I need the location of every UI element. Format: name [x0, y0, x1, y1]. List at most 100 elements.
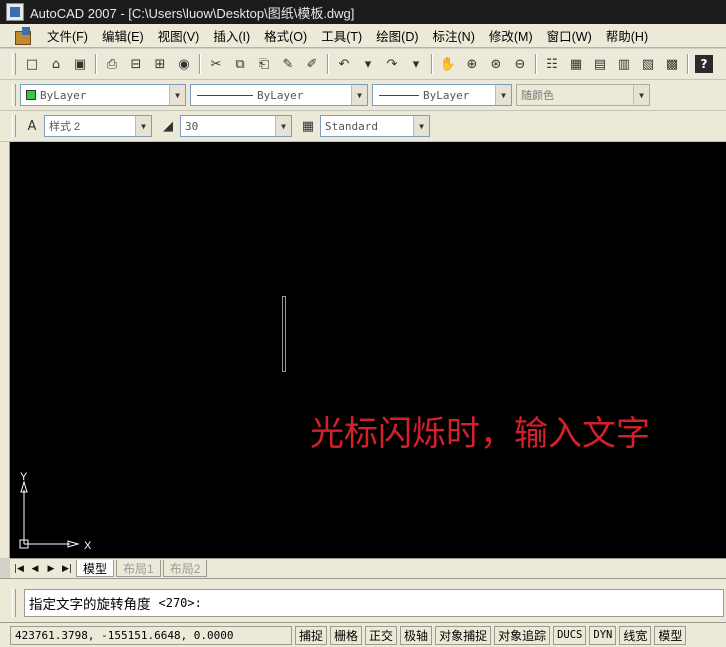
zoom-window-icon[interactable]: ⊛: [485, 53, 507, 75]
chevron-down-icon[interactable]: ▼: [351, 85, 367, 105]
menu-dimension[interactable]: 标注(N): [426, 26, 482, 45]
ortho-toggle[interactable]: 正交: [365, 625, 398, 645]
drawing-canvas[interactable]: 光标闪烁时，输入文字 Y X: [10, 142, 726, 558]
color-swatch: [26, 90, 36, 100]
command-window-grip[interactable]: [12, 589, 16, 617]
standard-toolbar: □ ⌂ ▣ ⎙ ⊟ ⊞ ◉ ✂ ⧉ ⎗ ✎ ✐ ↶ ▾ ↷ ▾ ✋ ⊕ ⊛ ⊖ …: [0, 49, 726, 80]
block-editor-icon[interactable]: ✐: [301, 53, 323, 75]
tool-palettes-icon[interactable]: ▤: [589, 53, 611, 75]
menu-help[interactable]: 帮助(H): [599, 26, 655, 45]
copy-icon[interactable]: ⧉: [229, 53, 251, 75]
text-style-control[interactable]: 样式 2 ▼: [44, 115, 152, 137]
otrack-toggle[interactable]: 对象追踪: [494, 625, 551, 645]
command-prompt: 指定文字的旋转角度: [29, 597, 151, 612]
markup-icon[interactable]: ▧: [637, 53, 659, 75]
dim-style-control[interactable]: Standard ▼: [320, 115, 430, 137]
snap-toggle[interactable]: 捕捉: [295, 625, 328, 645]
linetype-value: ByLayer: [257, 88, 304, 102]
new-file-icon[interactable]: □: [21, 53, 43, 75]
chevron-down-icon[interactable]: ▼: [135, 116, 151, 136]
left-dock-strip: [0, 142, 10, 558]
tab-layout1[interactable]: 布局1: [116, 560, 161, 577]
plotstyle-control: 随颜色 ▼: [516, 84, 650, 106]
calculator-icon[interactable]: ▩: [661, 53, 683, 75]
zoom-previous-icon[interactable]: ⊖: [509, 53, 531, 75]
ducs-toggle[interactable]: DUCS: [553, 625, 587, 645]
chevron-down-icon[interactable]: ▼: [495, 85, 511, 105]
publish-icon[interactable]: ⊞: [149, 53, 171, 75]
chevron-down-icon: ▼: [633, 85, 649, 105]
osnap-toggle[interactable]: 对象捕捉: [435, 625, 492, 645]
document-icon[interactable]: [14, 26, 34, 45]
pan-icon[interactable]: ✋: [437, 53, 459, 75]
menu-modify[interactable]: 修改(M): [482, 26, 540, 45]
redo-dropdown-icon[interactable]: ▾: [405, 53, 427, 75]
toolbar-grip[interactable]: [12, 53, 16, 75]
text-style-value: 样式 2: [49, 121, 81, 133]
3d-dwf-icon[interactable]: ◉: [173, 53, 195, 75]
menu-window[interactable]: 窗口(W): [540, 26, 599, 45]
menu-edit[interactable]: 编辑(E): [95, 26, 151, 45]
lineweight-preview: [379, 94, 419, 96]
sheet-set-icon[interactable]: ▥: [613, 53, 635, 75]
chevron-down-icon[interactable]: ▼: [169, 85, 185, 105]
color-value: ByLayer: [40, 88, 87, 102]
text-style-icon[interactable]: A: [21, 115, 43, 137]
grid-toggle[interactable]: 栅格: [330, 625, 363, 645]
instruction-annotation: 光标闪烁时，输入文字: [310, 414, 650, 454]
properties-icon[interactable]: ☷: [541, 53, 563, 75]
previous-tab-icon[interactable]: ◀: [28, 562, 42, 576]
next-tab-icon[interactable]: ▶: [44, 562, 58, 576]
zoom-realtime-icon[interactable]: ⊕: [461, 53, 483, 75]
polar-toggle[interactable]: 极轴: [400, 625, 433, 645]
color-control[interactable]: ByLayer ▼: [20, 84, 186, 106]
design-center-icon[interactable]: ▦: [565, 53, 587, 75]
model-space-toggle[interactable]: 模型: [654, 625, 687, 645]
plotstyle-value: 随颜色: [521, 90, 554, 102]
print-icon[interactable]: ⎙: [101, 53, 123, 75]
coordinate-display[interactable]: 423761.3798, -155151.6648, 0.0000: [10, 625, 292, 645]
menu-tools[interactable]: 工具(T): [314, 26, 369, 45]
dim-style-value: Standard: [325, 119, 378, 133]
lineweight-control[interactable]: ByLayer ▼: [372, 84, 512, 106]
ucs-y-label: Y: [20, 472, 28, 483]
cut-icon[interactable]: ✂: [205, 53, 227, 75]
tab-layout2[interactable]: 布局2: [162, 560, 208, 577]
toolbar-separator: [95, 54, 97, 74]
text-insertion-cursor: [282, 296, 286, 372]
toolbar-grip[interactable]: [12, 115, 16, 137]
command-line-input[interactable]: 指定文字的旋转角度 <270>:: [24, 589, 724, 617]
linetype-control[interactable]: ByLayer ▼: [190, 84, 368, 106]
toolbar-grip[interactable]: [12, 84, 16, 106]
match-properties-icon[interactable]: ✎: [277, 53, 299, 75]
menu-view[interactable]: 视图(V): [151, 26, 207, 45]
autocad-app-icon[interactable]: [6, 3, 24, 21]
plot-preview-icon[interactable]: ⊟: [125, 53, 147, 75]
table-style-icon[interactable]: ▦: [297, 115, 319, 137]
open-file-icon[interactable]: ⌂: [45, 53, 67, 75]
command-window: 指定文字的旋转角度 <270>:: [0, 578, 726, 622]
dyn-toggle[interactable]: DYN: [589, 625, 617, 645]
chevron-down-icon[interactable]: ▼: [275, 116, 291, 136]
lineweight-toggle[interactable]: 线宽: [619, 625, 652, 645]
first-tab-icon[interactable]: |◀: [12, 562, 26, 576]
menu-format[interactable]: 格式(O): [257, 26, 314, 45]
toolbar-separator: [687, 54, 689, 74]
redo-icon[interactable]: ↷: [381, 53, 403, 75]
menu-draw[interactable]: 绘图(D): [369, 26, 425, 45]
help-icon[interactable]: ?: [693, 53, 715, 75]
layout-tab-bar: |◀ ◀ ▶ ▶| 模型 布局1 布局2: [10, 558, 726, 578]
menu-file[interactable]: 文件(F): [40, 26, 95, 45]
chevron-down-icon[interactable]: ▼: [413, 116, 429, 136]
undo-icon[interactable]: ↶: [333, 53, 355, 75]
undo-dropdown-icon[interactable]: ▾: [357, 53, 379, 75]
paste-icon[interactable]: ⎗: [253, 53, 275, 75]
last-tab-icon[interactable]: ▶|: [60, 562, 74, 576]
dim-scale-control[interactable]: 30 ▼: [180, 115, 292, 137]
window-title: AutoCAD 2007 - [C:\Users\luow\Desktop\图纸…: [30, 5, 355, 21]
tab-model[interactable]: 模型: [76, 560, 115, 577]
save-icon[interactable]: ▣: [69, 53, 91, 75]
dimension-style-icon[interactable]: ◢: [157, 115, 179, 137]
menu-insert[interactable]: 插入(I): [206, 26, 257, 45]
dim-scale-value: 30: [185, 119, 199, 133]
